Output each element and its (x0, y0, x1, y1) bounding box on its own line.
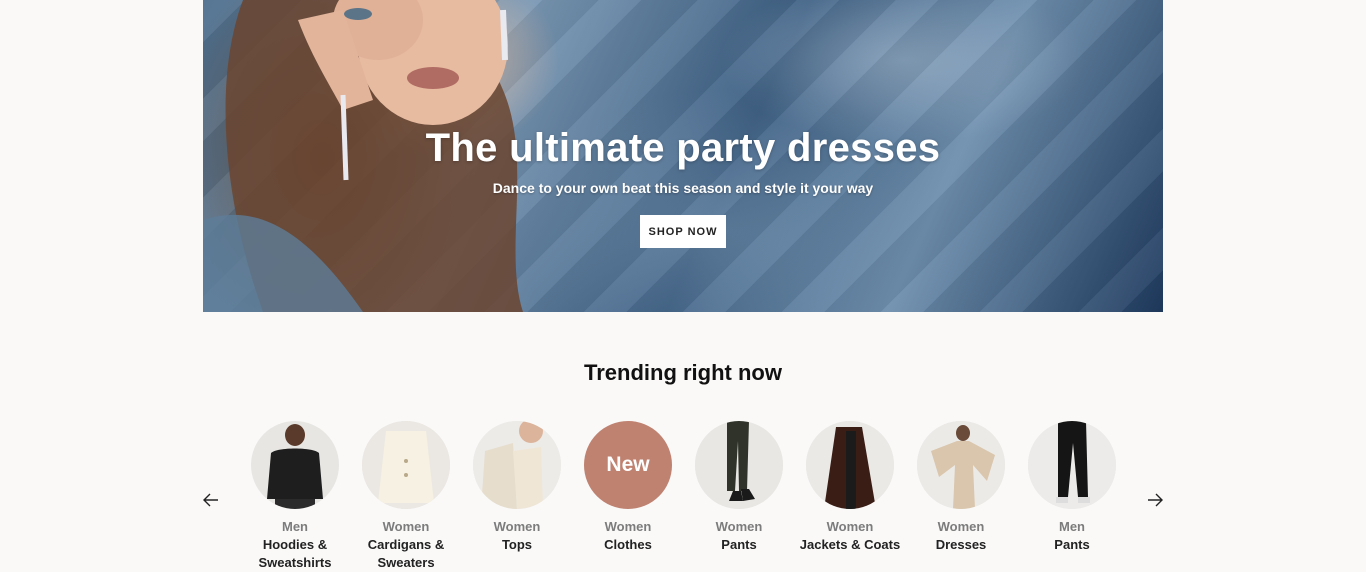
category-gender: Women (826, 519, 874, 534)
category-women-tops[interactable]: Women Tops (473, 421, 561, 554)
shop-now-button[interactable]: SHOP NOW (639, 215, 727, 248)
hero-content: The ultimate party dresses Dance to your… (203, 126, 1163, 248)
category-men-pants[interactable]: Men Pants (1028, 421, 1116, 554)
women-tops-image (473, 421, 561, 509)
category-gender: Women (382, 519, 430, 534)
category-women-new-clothes[interactable]: New Women Clothes (584, 421, 672, 554)
new-badge-label: New (606, 453, 650, 476)
new-badge: New (584, 421, 672, 509)
category-name: Jackets & Coats (799, 537, 901, 552)
category-women-dresses[interactable]: Women Dresses (917, 421, 1005, 554)
category-name: Pants (1054, 537, 1090, 552)
category-gender: Men (1059, 519, 1085, 534)
hero-title: The ultimate party dresses (425, 126, 941, 170)
category-gender: Women (493, 519, 541, 534)
category-women-pants[interactable]: Women Pants (695, 421, 783, 554)
category-name: Hoodies & Sweatshirts (258, 537, 332, 570)
category-women-jackets[interactable]: Women Jackets & Coats (800, 421, 900, 554)
category-gender: Women (604, 519, 652, 534)
men-sweatshirt-image (251, 421, 339, 509)
category-gender: Women (937, 519, 985, 534)
women-pants-image (695, 421, 783, 509)
category-name: Clothes (604, 537, 652, 552)
category-name: Pants (721, 537, 757, 552)
trending-title: Trending right now (584, 360, 782, 385)
women-dress-image (917, 421, 1005, 509)
women-cardigan-image (362, 421, 450, 509)
category-gender: Men (282, 519, 308, 534)
category-women-cardigans[interactable]: Women Cardigans & Sweaters (362, 421, 450, 572)
hero-banner[interactable]: The ultimate party dresses Dance to your… (203, 0, 1163, 312)
category-gender: Women (715, 519, 763, 534)
men-pants-image (1028, 421, 1116, 509)
category-name: Dresses (935, 537, 987, 552)
category-name: Tops (501, 537, 533, 552)
carousel-prev-arrow-icon[interactable] (202, 491, 220, 509)
carousel-next-arrow-icon[interactable] (1146, 491, 1164, 509)
women-coat-image (806, 421, 894, 509)
trending-carousel: Men Hoodies & Sweatshirts Women Cardigan… (251, 421, 1117, 570)
hero-subtitle: Dance to your own beat this season and s… (492, 180, 874, 196)
category-name: Cardigans & Sweaters (367, 537, 445, 570)
category-men-hoodies[interactable]: Men Hoodies & Sweatshirts (251, 421, 339, 572)
